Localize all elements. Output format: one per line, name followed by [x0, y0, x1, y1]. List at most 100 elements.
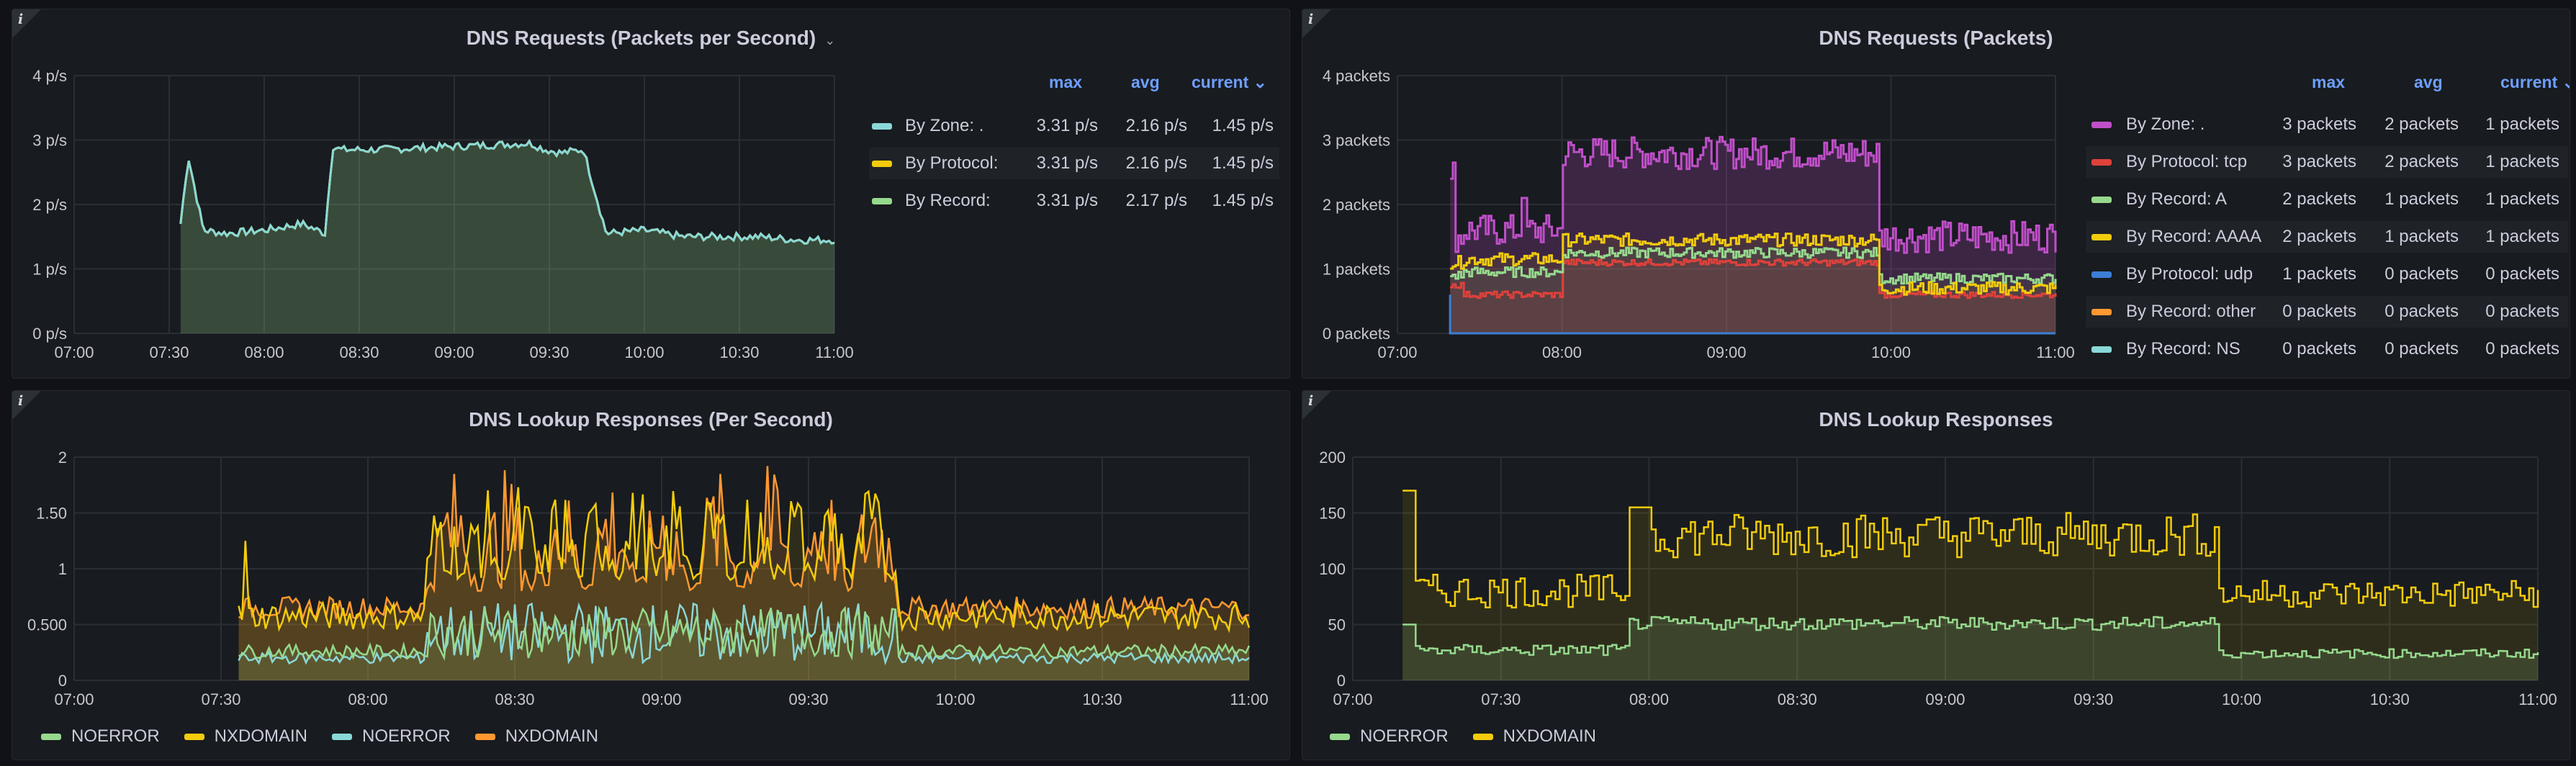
y-tick-label: 3 p/s — [32, 132, 67, 150]
legend-series-name: By Protocol: tcp — [2126, 152, 2248, 171]
legend-header-avg[interactable]: avg — [1131, 73, 1160, 92]
legend-swatch — [184, 733, 204, 740]
x-tick-label: 08:00 — [1629, 690, 1669, 708]
legend-item[interactable]: NOERROR — [332, 726, 451, 747]
legend-swatch — [1330, 733, 1350, 740]
panel-dns-lookup-responses: i DNS Lookup Responses 0 50 100 150 200 07:00… — [1302, 390, 2570, 760]
legend-value: 2 packets — [2282, 227, 2356, 246]
legend-series-name: By Record: A — [2126, 189, 2228, 209]
legend-header-avg[interactable]: avg — [2414, 73, 2443, 92]
y-tick-label: 2 p/s — [32, 196, 67, 214]
y-tick-label: 4 p/s — [32, 67, 67, 85]
y-tick-label: 50 — [1328, 616, 1346, 634]
legend-series-name: NXDOMAIN — [505, 726, 599, 746]
legend-value: 1.45 p/s — [1212, 191, 1274, 210]
x-tick-label: 09:00 — [641, 690, 681, 708]
legend-value: 2 packets — [2384, 152, 2459, 171]
legend-value: 2 packets — [2384, 114, 2459, 134]
legend-value: 3.31 p/s — [1036, 153, 1098, 173]
y-tick-label: 100 — [1319, 560, 1346, 578]
legend-series-name: By Record: — [905, 191, 991, 210]
x-tick-label: 10:00 — [935, 690, 975, 708]
legend-value: 1.45 p/s — [1212, 153, 1274, 173]
legend-item[interactable]: NXDOMAIN — [474, 726, 599, 747]
legend-value: 3.31 p/s — [1036, 116, 1098, 135]
y-tick-label: 0 — [1337, 672, 1346, 690]
legend-value: 3 packets — [2282, 152, 2356, 171]
x-tick-label: 10:30 — [1082, 690, 1122, 708]
legend-series-name: NOERROR — [362, 726, 451, 746]
y-tick-label: 2 packets — [1323, 196, 1390, 214]
legend-value: 1.45 p/s — [1212, 116, 1274, 135]
legend-swatch — [872, 198, 892, 204]
x-tick-label: 09:00 — [1925, 690, 1965, 708]
legend-swatch — [332, 733, 353, 740]
y-tick-label: 2 — [58, 449, 67, 467]
legend-item[interactable]: NOERROR — [1330, 726, 1449, 747]
legend-swatch — [2091, 234, 2112, 240]
legend-value: 0 packets — [2485, 302, 2559, 321]
x-tick-label: 07:00 — [1333, 690, 1372, 708]
y-tick-label: 4 packets — [1323, 67, 1390, 85]
y-tick-label: 200 — [1319, 449, 1346, 467]
legend-series-name: NXDOMAIN — [1503, 726, 1597, 746]
y-tick-label: 150 — [1319, 505, 1346, 523]
legend-item[interactable]: NXDOMAIN — [184, 726, 307, 747]
legend-series-name: By Zone: . — [905, 116, 984, 135]
y-tick-label: 1 p/s — [32, 261, 67, 279]
legend-swatch — [1472, 733, 1493, 740]
legend-header-max[interactable]: max — [2312, 73, 2345, 92]
x-tick-label: 09:30 — [529, 343, 569, 361]
legend-swatch — [872, 161, 892, 167]
x-tick-label: 08:30 — [495, 690, 534, 708]
legend-value: 2.16 p/s — [1125, 116, 1187, 135]
legend-swatch — [2091, 159, 2112, 166]
legend-swatch — [872, 123, 892, 130]
legend-value: 0 packets — [2384, 302, 2459, 321]
legend-value: 0 packets — [2384, 264, 2459, 284]
legend-item[interactable]: NOERROR — [41, 726, 160, 747]
x-tick-label: 07:00 — [54, 690, 94, 708]
legend-value: 1 packets — [2485, 227, 2559, 246]
x-tick-label: 10:00 — [1871, 343, 1911, 361]
legend-value: 2 packets — [2282, 189, 2356, 209]
legend-swatch — [2091, 309, 2112, 315]
x-tick-label: 09:00 — [434, 343, 474, 361]
legend-item[interactable]: NXDOMAIN — [1472, 726, 1597, 747]
x-tick-label: 11:00 — [815, 343, 853, 361]
x-tick-label: 10:30 — [2370, 690, 2410, 708]
legend-header-current[interactable]: current ⌄ — [2500, 73, 2570, 92]
x-tick-label: 10:00 — [2222, 690, 2261, 708]
legend-value: 2.16 p/s — [1125, 153, 1187, 173]
x-tick-label: 08:00 — [348, 690, 387, 708]
legend-swatch — [2091, 122, 2112, 128]
x-tick-label: 07:00 — [1377, 343, 1417, 361]
legend-series-name: By Protocol: udp — [2126, 264, 2253, 284]
legend-swatch — [2091, 271, 2112, 278]
legend-value: 1 packets — [2282, 264, 2356, 284]
legend-value: 3.31 p/s — [1036, 191, 1098, 210]
legend-value: 1 packets — [2384, 227, 2459, 246]
legend-series-name: By Protocol: — [905, 153, 999, 173]
y-tick-label: 0 packets — [1323, 325, 1390, 343]
x-tick-label: 09:30 — [788, 690, 828, 708]
legend-swatch — [41, 733, 61, 740]
legend-value: 0 packets — [2282, 339, 2356, 359]
x-tick-label: 07:00 — [54, 343, 94, 361]
y-tick-label: 0 p/s — [32, 325, 67, 343]
legend-value: 1 packets — [2485, 189, 2559, 209]
x-tick-label: 08:30 — [1778, 690, 1817, 708]
legend-value: 1 packets — [2485, 114, 2559, 134]
legend-value: 0 packets — [2384, 339, 2459, 359]
y-tick-label: 1 packets — [1323, 261, 1390, 279]
legend-value: 1 packets — [2485, 152, 2559, 171]
x-tick-label: 08:00 — [244, 343, 284, 361]
x-tick-label: 07:30 — [201, 690, 240, 708]
legend-header-current[interactable]: current ⌄ — [1192, 73, 1267, 92]
legend-swatch — [2091, 197, 2112, 203]
x-tick-label: 07:30 — [1481, 690, 1521, 708]
x-tick-label: 11:00 — [2518, 690, 2557, 708]
panel-dns-requests-pps: i DNS Requests (Packets per Second) ⌄ 0 p… — [12, 9, 1290, 379]
legend-header-max[interactable]: max — [1049, 73, 1082, 92]
x-tick-label: 08:00 — [1542, 343, 1582, 361]
